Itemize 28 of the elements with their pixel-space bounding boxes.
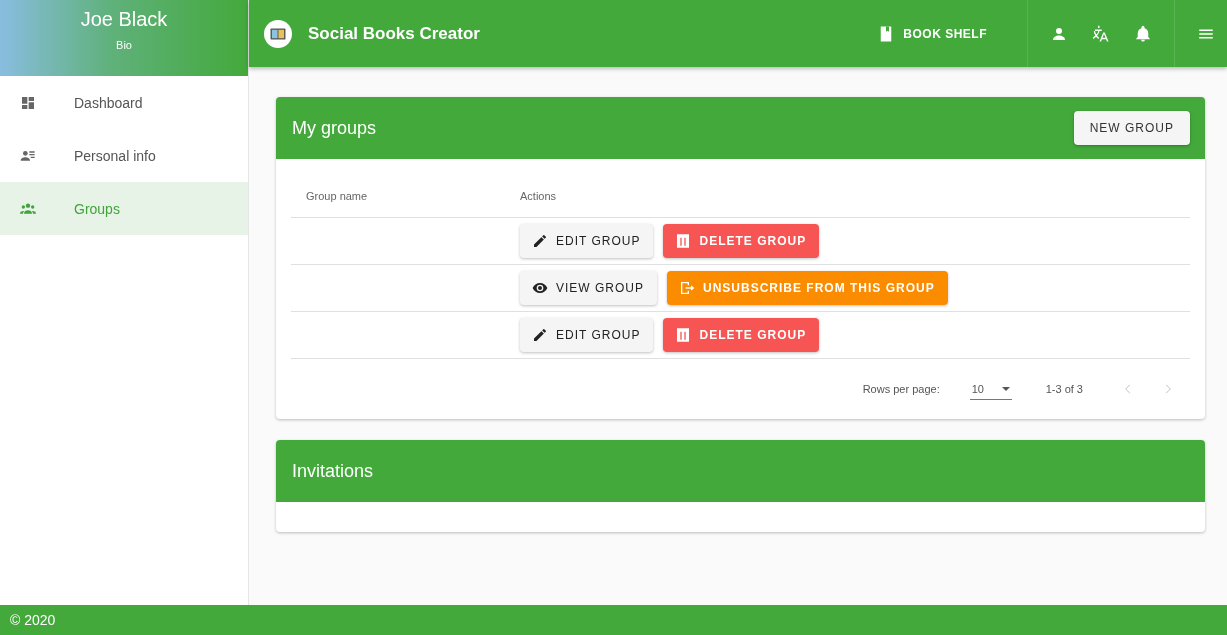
book-logo-icon (264, 19, 292, 48)
user-name: Joe Black (80, 8, 168, 31)
pencil-icon (532, 327, 548, 343)
copyright-text: © 2020 (10, 612, 56, 628)
app-title: Social Books Creator (308, 23, 480, 44)
exit-icon (679, 280, 695, 296)
pencil-icon (532, 233, 548, 249)
dashboard-icon (20, 94, 36, 111)
bell-icon (1134, 24, 1152, 43)
edit-group-button[interactable]: EDIT GROUP (520, 318, 654, 352)
edit-group-button[interactable]: EDIT GROUP (520, 224, 654, 258)
column-header: Group name (305, 190, 369, 202)
page-range: 1-3 of 3 (1045, 383, 1083, 395)
new-group-button[interactable]: NEW GROUP (1073, 111, 1190, 145)
eye-icon (532, 280, 548, 296)
trash-icon (675, 327, 692, 343)
rows-per-page-label: Rows per page: (862, 383, 940, 395)
translate-icon (1092, 24, 1110, 43)
card-title: My groups (292, 117, 377, 139)
rows-per-page-select[interactable]: 10 (969, 378, 1012, 400)
user-bio: Bio (116, 39, 132, 51)
card-title: Invitations (292, 460, 374, 482)
sidebar-item[interactable]: Dashboard (0, 76, 248, 129)
view-group-button[interactable]: VIEW GROUP (520, 271, 657, 305)
dropdown-caret-icon (1001, 386, 1010, 391)
column-header: Actions (520, 190, 557, 202)
sidebar-item[interactable]: Personal info (0, 129, 248, 182)
trash-icon (675, 233, 692, 249)
